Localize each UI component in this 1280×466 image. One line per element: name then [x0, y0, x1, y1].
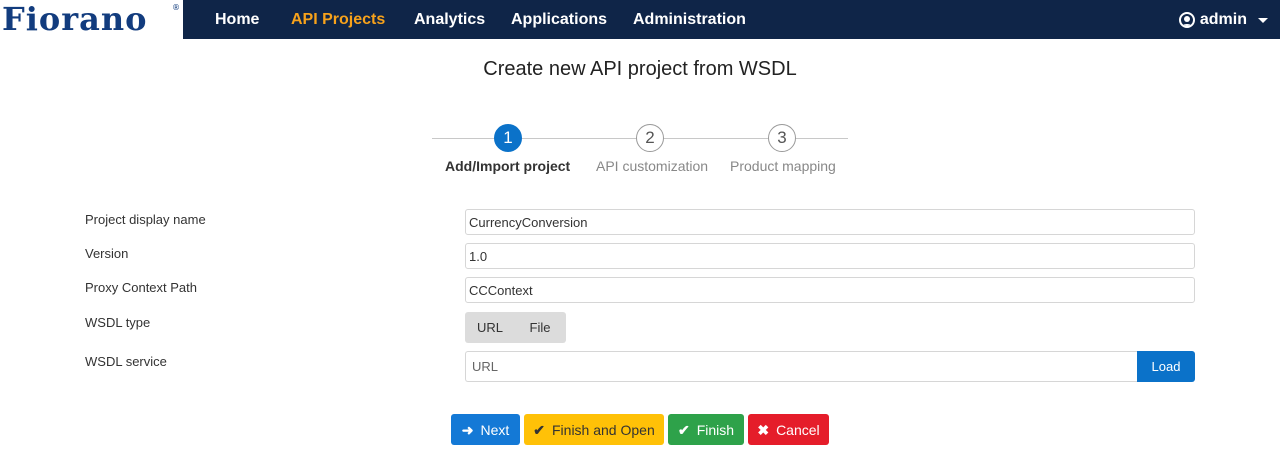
finish-and-open-label: Finish and Open: [552, 421, 655, 438]
cancel-button-label: Cancel: [776, 421, 820, 438]
page-title: Create new API project from WSDL: [483, 58, 797, 80]
step-2-circle[interactable]: 2: [636, 124, 664, 152]
close-icon: ✖: [757, 421, 770, 438]
wsdl-type-toggle: URL File: [465, 312, 566, 343]
proxy-context-path-input[interactable]: [465, 277, 1195, 303]
nav-home[interactable]: Home: [215, 11, 259, 29]
check-icon: ✔: [677, 421, 690, 438]
wsdl-type-label: WSDL type: [85, 315, 151, 330]
next-button[interactable]: ➜ Next: [451, 414, 520, 445]
nav-api-projects[interactable]: API Projects: [291, 11, 385, 29]
next-button-label: Next: [480, 421, 510, 438]
wsdl-url-input[interactable]: [465, 351, 1137, 382]
proxy-context-path-label: Proxy Context Path: [85, 280, 197, 295]
check-icon: ✔: [533, 421, 545, 438]
step-1-label: Add/Import project: [445, 158, 571, 174]
version-label: Version: [85, 246, 129, 261]
step-1-circle[interactable]: 1: [494, 124, 522, 152]
user-name: admin: [1199, 11, 1247, 28]
finish-button[interactable]: ✔ Finish: [668, 414, 744, 445]
nav-administration[interactable]: Administration: [633, 11, 746, 29]
logo-text: Fiorano: [2, 0, 148, 38]
project-display-name-label: Project display name: [85, 212, 206, 227]
nav-applications[interactable]: Applications: [511, 11, 607, 29]
step-2-label: API customization: [596, 158, 709, 174]
step-3-label: Product mapping: [730, 158, 836, 174]
step-3-circle[interactable]: 3: [768, 124, 796, 152]
wsdl-type-file-option[interactable]: File: [515, 312, 565, 343]
finish-and-open-button[interactable]: ✔ Finish and Open: [524, 414, 664, 445]
top-navbar: Fiorano ® Home API Projects Analytics Ap…: [0, 0, 1280, 39]
wsdl-type-url-option[interactable]: URL: [465, 312, 515, 343]
load-button[interactable]: Load: [1137, 351, 1195, 382]
version-input[interactable]: [465, 243, 1195, 269]
cancel-button[interactable]: ✖ Cancel: [748, 414, 829, 445]
nav-analytics[interactable]: Analytics: [414, 11, 485, 29]
brand-logo[interactable]: Fiorano ®: [0, 0, 183, 39]
caret-down-icon: [1258, 17, 1268, 23]
registered-mark: ®: [172, 3, 180, 12]
arrow-right-icon: ➜: [461, 421, 474, 438]
finish-button-label: Finish: [696, 421, 735, 438]
wsdl-service-label: WSDL service: [85, 354, 167, 369]
project-display-name-input[interactable]: [465, 209, 1195, 235]
user-circle-icon: [1178, 12, 1195, 28]
user-menu[interactable]: admin: [1178, 11, 1268, 29]
